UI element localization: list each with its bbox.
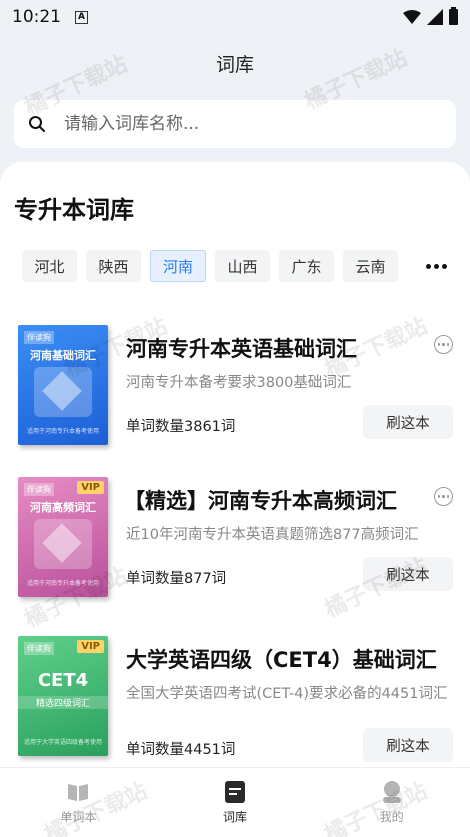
cover-title: CET4 <box>37 670 89 691</box>
book-icon <box>68 784 89 801</box>
vip-badge: VIP <box>77 640 104 653</box>
cover-brand: 伴读狗 <box>24 642 54 655</box>
cover-brand: 伴读狗 <box>24 483 54 496</box>
bottom-tab-bar: 单词本 词库 我的 <box>0 767 470 837</box>
tab-label: 我的 <box>379 810 404 824</box>
search-icon <box>29 116 45 132</box>
book-cover: 伴读狗 VIP 河南高频词汇 适用于河南专升本备考使用 <box>18 477 108 597</box>
region-tab-henan[interactable]: 河南 <box>150 250 207 282</box>
search-input[interactable] <box>64 114 442 134</box>
book-title: 大学英语四级（CET4）基础词汇 <box>126 648 437 672</box>
region-tab-shaanxi[interactable]: 陕西 <box>86 250 141 282</box>
study-button[interactable]: 刷这本 <box>363 405 453 439</box>
region-tab-hebei[interactable]: 河北 <box>22 250 77 282</box>
tab-library[interactable]: 词库 <box>157 768 314 837</box>
book-item[interactable]: 伴读狗 VIP CET4 精选四级词汇 适用于大学英语四级备考使用 大学英语四级… <box>0 636 470 766</box>
signal-icon <box>427 9 443 25</box>
book-description: 近10年河南专升本英语真题筛选877高频词汇 <box>126 527 419 543</box>
word-count: 单词数量3861词 <box>126 419 236 435</box>
word-count: 单词数量877词 <box>126 571 227 587</box>
cover-subtitle: 精选四级词汇 <box>18 696 108 709</box>
tab-label: 单词本 <box>60 810 97 824</box>
list-icon <box>225 781 245 803</box>
wifi-icon <box>403 10 421 24</box>
cover-illustration <box>34 367 92 417</box>
book-cover: 伴读狗 河南基础词汇 适用于河南专升本备考使用 <box>18 325 108 445</box>
more-options-icon[interactable] <box>434 487 453 506</box>
book-description: 河南专升本备考要求3800基础词汇 <box>126 375 352 391</box>
status-time: 10:21 <box>12 7 61 27</box>
word-count: 单词数量4451词 <box>126 742 236 758</box>
book-item[interactable]: 伴读狗 VIP 河南高频词汇 适用于河南专升本备考使用 【精选】河南专升本高频词… <box>0 477 470 617</box>
cover-title: 河南基础词汇 <box>30 349 96 362</box>
section-title: 专升本词库 <box>14 190 134 225</box>
vip-badge: VIP <box>77 481 104 494</box>
tab-wordbook[interactable]: 单词本 <box>0 768 157 837</box>
tab-label: 词库 <box>223 810 248 824</box>
book-title: 【精选】河南专升本高频词汇 <box>124 489 397 513</box>
region-tab-yunnan[interactable]: 云南 <box>343 250 399 282</box>
cover-footer: 适用于河南专升本备考使用 <box>26 428 99 435</box>
cover-footer: 适用于大学英语四级备考使用 <box>23 739 102 746</box>
more-regions-icon[interactable] <box>424 254 448 278</box>
cover-brand: 伴读狗 <box>24 331 54 344</box>
region-tab-shanxi[interactable]: 山西 <box>215 250 271 282</box>
book-item[interactable]: 伴读狗 河南基础词汇 适用于河南专升本备考使用 河南专升本英语基础词汇 河南专升… <box>0 325 470 465</box>
book-title: 河南专升本英语基础词汇 <box>126 337 357 361</box>
book-cover: 伴读狗 VIP CET4 精选四级词汇 适用于大学英语四级备考使用 <box>18 636 108 756</box>
battery-icon <box>449 7 458 25</box>
study-button[interactable]: 刷这本 <box>363 728 453 762</box>
book-description: 全国大学英语四考试(CET-4)要求必备的4451词汇 <box>126 686 448 702</box>
study-button[interactable]: 刷这本 <box>363 557 453 591</box>
a-notification-icon: A <box>75 10 88 24</box>
status-bar: 10:21 A <box>0 0 470 34</box>
user-icon <box>382 781 401 803</box>
page-title: 词库 <box>215 53 254 76</box>
more-options-icon[interactable] <box>434 335 453 354</box>
tab-profile[interactable]: 我的 <box>313 768 470 837</box>
cover-title: 河南高频词汇 <box>30 501 96 514</box>
search-bar[interactable] <box>14 100 456 148</box>
cover-footer: 适用于河南专升本备考使用 <box>26 580 99 587</box>
region-filter: 河北 陕西 河南 山西 广东 云南 <box>22 250 399 282</box>
region-tab-guangdong[interactable]: 广东 <box>279 250 335 282</box>
library-panel: 专升本词库 河北 陕西 河南 山西 广东 云南 伴读狗 河南基础词汇 适用于河南… <box>0 162 470 767</box>
section-title-text: 专升本词库 <box>14 196 134 224</box>
cover-illustration <box>34 519 92 569</box>
